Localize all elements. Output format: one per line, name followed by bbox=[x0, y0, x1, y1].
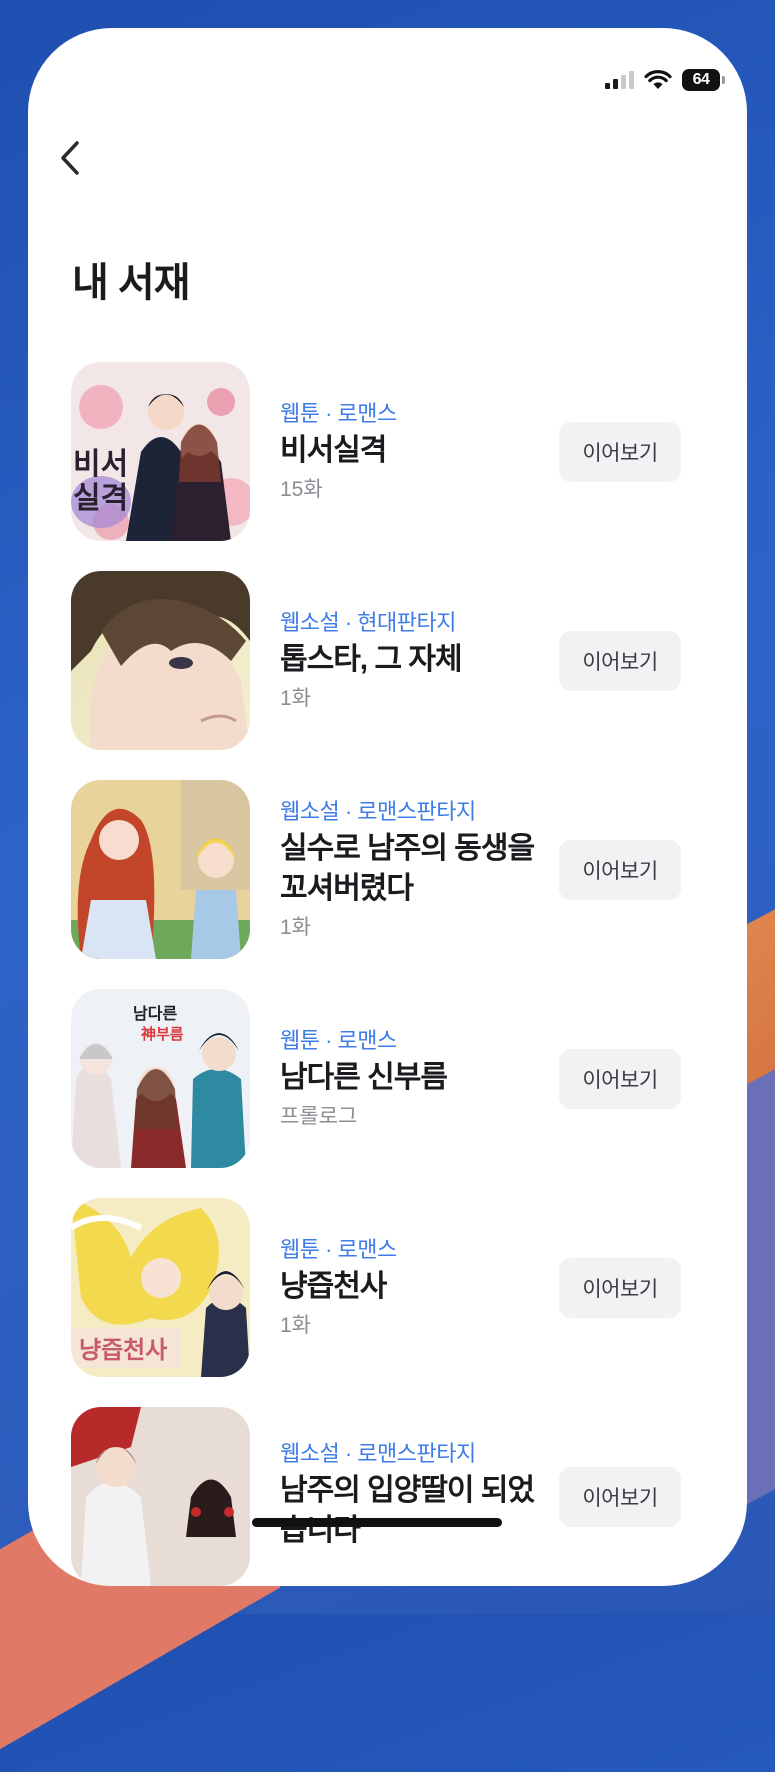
book-genre: 웹소설 · 현대판타지 bbox=[280, 609, 456, 635]
wifi-icon bbox=[644, 70, 672, 90]
book-title: 냥즙천사 bbox=[280, 1269, 387, 1303]
page-title: 내 서재 bbox=[72, 261, 191, 305]
list-item[interactable]: 남다른 神부름 웹툰 · 로맨스 남다른 신부름 프롤로그 이어보기 bbox=[28, 989, 747, 1198]
continue-reading-button[interactable]: 이어보기 bbox=[559, 1258, 681, 1318]
book-info: 웹툰 · 로맨스 냥즙천사 1화 bbox=[280, 1198, 550, 1377]
svg-text:神부름: 神부름 bbox=[141, 1025, 184, 1043]
svg-text:비서: 비서 bbox=[73, 447, 128, 482]
list-item[interactable]: 웹소설 · 현대판타지 톱스타, 그 자체 1화 이어보기 bbox=[28, 571, 747, 780]
svg-text:냥즙천사: 냥즙천사 bbox=[79, 1336, 167, 1364]
book-cover: 남다른 神부름 bbox=[71, 989, 250, 1168]
book-info: 웹소설 · 현대판타지 톱스타, 그 자체 1화 bbox=[280, 571, 550, 750]
book-genre: 웹툰 · 로맨스 bbox=[280, 400, 397, 426]
book-title: 비서실격 bbox=[280, 433, 387, 467]
book-cover bbox=[71, 571, 250, 750]
book-info: 웹툰 · 로맨스 비서실격 15화 bbox=[280, 362, 550, 541]
continue-reading-button[interactable]: 이어보기 bbox=[559, 1467, 681, 1527]
list-item[interactable]: 냥즙천사 웹툰 · 로맨스 냥즙천사 1화 이어보기 bbox=[28, 1198, 747, 1407]
library-list: 비서 실격 웹툰 · 로맨스 비서실격 15화 이어보기 웹소설 · 현대판타지… bbox=[28, 362, 747, 1586]
book-genre: 웹소설 · 로맨스판타지 bbox=[280, 1440, 476, 1466]
book-genre: 웹소설 · 로맨스판타지 bbox=[280, 798, 476, 824]
continue-reading-button[interactable]: 이어보기 bbox=[559, 631, 681, 691]
book-episode: 1화 bbox=[280, 915, 311, 939]
chevron-left-icon bbox=[61, 141, 79, 175]
book-title: 톱스타, 그 자체 bbox=[280, 642, 463, 676]
continue-reading-button[interactable]: 이어보기 bbox=[559, 422, 681, 482]
battery-level: 64 bbox=[682, 69, 720, 91]
book-info: 웹소설 · 로맨스판타지 실수로 남주의 동생을 꼬셔버렸다 1화 bbox=[280, 780, 550, 959]
book-episode: 15화 bbox=[280, 477, 323, 501]
book-cover bbox=[71, 780, 250, 959]
book-genre: 웹툰 · 로맨스 bbox=[280, 1236, 397, 1262]
book-title: 남주의 입양딸이 되었습니다 bbox=[280, 1473, 535, 1547]
continue-reading-button[interactable]: 이어보기 bbox=[559, 1049, 681, 1109]
svg-text:남다른: 남다른 bbox=[133, 1004, 177, 1023]
status-bar: 64 bbox=[605, 66, 725, 94]
book-info: 웹툰 · 로맨스 남다른 신부름 프롤로그 bbox=[280, 989, 550, 1168]
svg-text:실격: 실격 bbox=[73, 481, 128, 516]
book-genre: 웹툰 · 로맨스 bbox=[280, 1027, 397, 1053]
phone-screen: 64 내 서재 비서 실격 웹툰 · 로맨스 비서실격 15화 이어보기 웹소설… bbox=[28, 28, 747, 1586]
battery-icon: 64 bbox=[682, 69, 725, 91]
book-cover bbox=[71, 1407, 250, 1586]
book-title: 남다른 신부름 bbox=[280, 1060, 448, 1094]
list-item[interactable]: 웹소설 · 로맨스판타지 실수로 남주의 동생을 꼬셔버렸다 1화 이어보기 bbox=[28, 780, 747, 989]
book-episode: 1화 bbox=[280, 1313, 311, 1337]
book-title: 실수로 남주의 동생을 꼬셔버렸다 bbox=[280, 831, 535, 905]
continue-reading-button[interactable]: 이어보기 bbox=[559, 840, 681, 900]
list-item[interactable]: 비서 실격 웹툰 · 로맨스 비서실격 15화 이어보기 bbox=[28, 362, 747, 571]
cellular-signal-icon bbox=[605, 71, 634, 89]
book-cover: 비서 실격 bbox=[71, 362, 250, 541]
book-cover: 냥즙천사 bbox=[71, 1198, 250, 1377]
book-episode: 프롤로그 bbox=[280, 1104, 358, 1128]
book-episode: 1화 bbox=[280, 686, 311, 710]
home-indicator bbox=[252, 1518, 502, 1527]
back-button[interactable] bbox=[50, 134, 90, 182]
list-item[interactable]: 웹소설 · 로맨스판타지 남주의 입양딸이 되었습니다 이어보기 bbox=[28, 1407, 747, 1586]
book-info: 웹소설 · 로맨스판타지 남주의 입양딸이 되었습니다 bbox=[280, 1407, 550, 1586]
